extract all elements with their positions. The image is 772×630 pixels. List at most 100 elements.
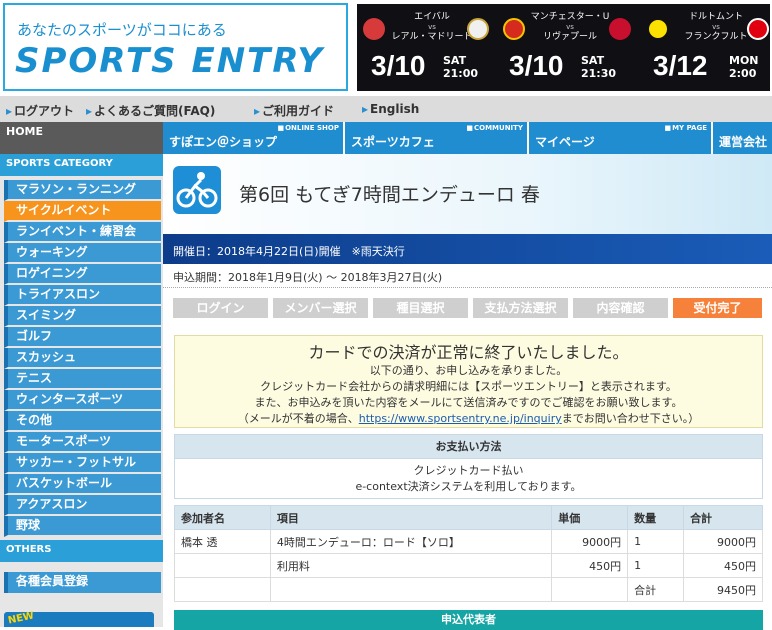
nav-shop-sub: ONLINE SHOP — [277, 124, 339, 132]
main-content: 第6回 もてぎ7時間エンデューロ 春 開催日：2018年4月22日(日)開催 ※… — [163, 154, 772, 630]
eibar-crest-icon — [363, 18, 385, 40]
match-3-date: 3/12 — [653, 50, 708, 81]
entry-period: 申込期間：2018年1月9日(火) 〜 2018年3月27日(火) — [163, 264, 772, 288]
participant-name: 橋本 透 — [174, 529, 271, 554]
logout-link[interactable]: ▸ ログアウト — [6, 102, 74, 119]
category-item-active[interactable]: サイクルイベント — [4, 201, 161, 222]
category-item[interactable]: ウィンタースポーツ — [4, 390, 161, 411]
col-unit-price: 単価 — [551, 505, 629, 530]
guide-link[interactable]: ▸ ご利用ガイド — [254, 102, 334, 119]
category-item[interactable]: ロゲイニング — [4, 264, 161, 285]
real-madrid-crest-icon — [467, 18, 489, 40]
site-logo[interactable]: あなたのスポーツがココにある SPORTS ENTRY — [3, 3, 348, 91]
col-item: 項目 — [269, 505, 553, 530]
payment-method: クレジットカード払い — [413, 464, 524, 477]
nav-company-label: 運営会社 — [719, 135, 768, 149]
new-banner[interactable]: NEW — [4, 610, 154, 627]
site-header: あなたのスポーツがココにある SPORTS ENTRY エイバル vs レアル・… — [0, 0, 772, 96]
item-name: 4時間エンデューロ：ロード【ソロ】 — [269, 529, 553, 554]
category-item[interactable]: スカッシュ — [4, 348, 161, 369]
member-register-link[interactable]: 各種会員登録 — [4, 572, 161, 593]
nav-cafe[interactable]: COMMUNITY スポーツカフェ — [345, 122, 529, 154]
line-total: 450円 — [683, 553, 763, 578]
faq-label: よくあるご質問(FAQ) — [94, 104, 216, 118]
success-line: 以下の通り、お申し込みを承りました。 — [369, 364, 568, 377]
faq-link[interactable]: ▸ よくあるご質問(FAQ) — [86, 102, 215, 119]
category-item[interactable]: トライアスロン — [4, 285, 161, 306]
nav-cafe-sub: COMMUNITY — [466, 124, 523, 132]
category-item[interactable]: サッカー・フットサル — [4, 453, 161, 474]
unit-price: 450円 — [551, 553, 629, 578]
success-line: また、お申込みを頂いた内容をメールにて送信済みですのでご確認をお願い致します。 — [254, 396, 683, 409]
category-item[interactable]: その他 — [4, 411, 161, 432]
category-item[interactable]: モータースポーツ — [4, 432, 161, 453]
quantity: 1 — [627, 529, 685, 554]
nav-mypage[interactable]: MY PAGE マイページ — [529, 122, 713, 154]
empty-cell — [174, 577, 271, 602]
nav-company[interactable]: 運営会社 — [713, 122, 772, 154]
match-2-home: マンチェスター・U — [530, 12, 610, 22]
category-list: マラソン・ランニング サイクルイベント ランイベント・練習会 ウォーキング ロゲ… — [4, 180, 161, 537]
col-total: 合計 — [683, 505, 763, 530]
payment-method-box: お支払い方法 クレジットカード払い e-context決済システムを利用しており… — [174, 434, 763, 499]
inquiry-link[interactable]: https://www.sportsentry.ne.jp/inquiry — [359, 412, 562, 425]
category-item[interactable]: ランイベント・練習会 — [4, 222, 161, 243]
match-1-daytime: SAT 21:00 — [443, 54, 478, 80]
line-total: 9000円 — [683, 529, 763, 554]
col-participant: 参加者名 — [174, 505, 271, 530]
match-2-time: 21:30 — [581, 67, 617, 80]
success-message: カードでの決済が正常に終了いたしました。 以下の通り、お申し込みを承りました。 … — [174, 335, 763, 428]
event-date-bar: 開催日：2018年4月22日(日)開催 ※雨天決行 — [163, 234, 772, 264]
match-1[interactable]: エイバル vs レアル・マドリード 3/10 SAT 21:00 — [357, 4, 495, 91]
total-label: 合計 — [627, 577, 685, 602]
utility-bar: ▸ ログアウト ▸ よくあるご質問(FAQ) ▸ ご利用ガイド ▸ English — [0, 96, 772, 122]
english-link[interactable]: ▸ English — [362, 102, 419, 116]
category-item[interactable]: バスケットボール — [4, 474, 161, 495]
home-link[interactable]: HOME — [0, 122, 163, 154]
match-3[interactable]: ドルトムント vs フランクフルト 3/12 MON 2:00 — [633, 4, 770, 91]
item-name: 利用料 — [269, 553, 553, 578]
match-2-vs: vs — [566, 23, 574, 31]
step-confirm: 内容確認 — [573, 298, 668, 318]
category-heading: SPORTS CATEGORY — [0, 154, 163, 176]
nav-mypage-sub: MY PAGE — [664, 124, 707, 132]
category-item[interactable]: アクアスロン — [4, 495, 161, 516]
match-2[interactable]: マンチェスター・U vs リヴァプール 3/10 SAT 21:30 — [495, 4, 633, 91]
arrow-icon: ▸ — [6, 104, 13, 118]
category-item[interactable]: ウォーキング — [4, 243, 161, 264]
logout-label: ログアウト — [14, 104, 75, 118]
nav-shop-label: すぽエン＠ショップ — [169, 135, 278, 149]
match-1-teams: エイバル vs レアル・マドリード — [387, 12, 477, 42]
match-3-day: MON — [729, 54, 759, 67]
match-2-teams: マンチェスター・U vs リヴァプール — [525, 12, 615, 42]
arrow-icon: ▸ — [86, 104, 93, 118]
empty-cell — [551, 577, 629, 602]
category-item[interactable]: マラソン・ランニング — [4, 180, 161, 201]
match-banner[interactable]: エイバル vs レアル・マドリード 3/10 SAT 21:00 マンチェスター… — [357, 4, 770, 91]
quantity: 1 — [627, 553, 685, 578]
nav-mypage-label: マイページ — [535, 135, 595, 149]
dortmund-crest-icon — [647, 18, 669, 40]
english-label: English — [370, 102, 420, 116]
payment-note: e-context決済システムを利用しております。 — [355, 480, 582, 493]
success-line: クレジットカード会社からの請求明細には【スポーツエントリー】と表示されます。 — [260, 380, 677, 393]
progress-steps: ログイン メンバー選択 種目選択 支払方法選択 内容確認 受付完了 — [173, 298, 763, 320]
category-item[interactable]: テニス — [4, 369, 161, 390]
table-row: 利用料 450円 1 450円 — [174, 553, 763, 578]
table-row: 橋本 透 4時間エンデューロ：ロード【ソロ】 9000円 1 9000円 — [174, 529, 763, 554]
frankfurt-crest-icon — [747, 18, 769, 40]
applicant-heading: 申込代表者 — [174, 610, 763, 630]
category-item[interactable]: 野球 — [4, 516, 161, 537]
match-3-time: 2:00 — [729, 67, 757, 80]
event-title: 第6回 もてぎ7時間エンデューロ 春 — [239, 184, 540, 206]
event-header: 第6回 もてぎ7時間エンデューロ 春 — [163, 154, 772, 234]
others-heading: OTHERS — [0, 540, 163, 562]
order-table: 参加者名 項目 単価 数量 合計 橋本 透 4時間エンデューロ：ロード【ソロ】 … — [174, 505, 763, 602]
match-2-date: 3/10 — [509, 50, 564, 81]
category-item[interactable]: スイミング — [4, 306, 161, 327]
bicycle-icon — [173, 166, 221, 214]
match-1-date: 3/10 — [371, 50, 426, 81]
nav-shop[interactable]: ONLINE SHOP すぽエン＠ショップ — [163, 122, 345, 154]
step-complete: 受付完了 — [673, 298, 762, 318]
category-item[interactable]: ゴルフ — [4, 327, 161, 348]
